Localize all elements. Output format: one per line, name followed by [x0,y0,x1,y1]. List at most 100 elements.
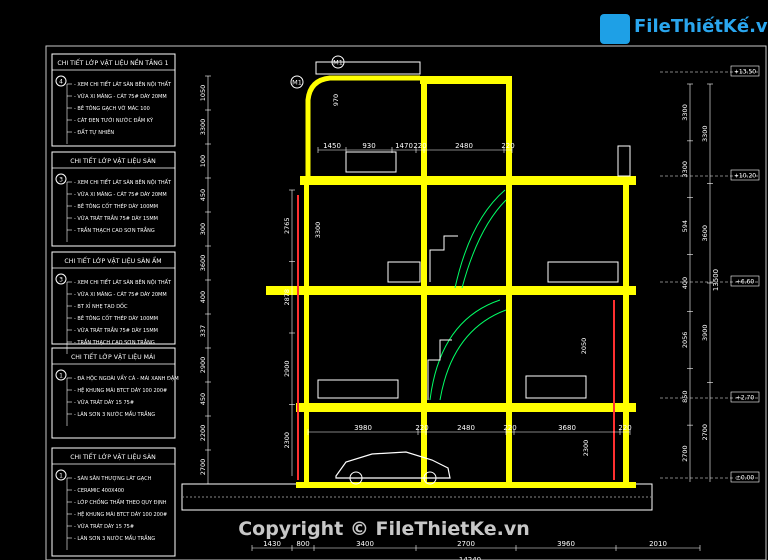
dim-right-a: 2056 [681,332,689,349]
dim-right-a: 850 [681,391,689,403]
legend-item: - BÊ TÔNG CỐT THÉP DÀY 100MM [74,202,158,210]
inner-dim-label: 2050 [580,338,588,355]
legend-item: - TRẦN THẠCH CAO SƠN TRẮNG [74,226,155,234]
legend-item: - ĐẤT TỰ NHIÊN [74,128,114,136]
legend-item: - VỮA XI MĂNG - CÁT 75# DÀY 20MM [74,191,167,198]
dim-left-outer: 337 [199,325,207,337]
legend-item: - HỆ KHUNG MÁI BTCT DÀY 100 200# [74,510,167,518]
legend-tag: 4 [59,79,63,86]
dim-mid: 220 [415,424,428,432]
dim-bottom: 800 [296,540,309,548]
dim-bottom: 3400 [356,540,374,548]
dim-right-a: 400 [681,277,689,289]
dim-top: 2480 [455,142,473,150]
dim-top: 930 [362,142,375,150]
dim-right-a: 2700 [681,445,689,462]
legend-item: - VỮA XI MĂNG - CÁT 75# DÀY 20MM [74,291,167,298]
legend-title: CHI TIẾT LỚP VẬT LIỆU SÀN ẨM [64,255,161,265]
inner-dim-label: 2300 [582,440,590,457]
dim-top: 1470 [395,142,413,150]
legend-item: - CERAMIC 400X400 [74,488,124,494]
dim-left-outer: 300 [199,223,207,235]
dim-left-outer: 100 [199,155,207,167]
legend-item: - SÀN SÂN THƯỢNG LÁT GẠCH [74,475,152,482]
dim-right-b: 2700 [701,424,709,441]
roof-slab [420,76,512,84]
legend-tag: 1 [59,373,63,380]
dim-top: 220 [413,142,426,150]
legend-item: - LỚP CHỐNG THẤM THEO QUY ĐỊNH [74,498,167,506]
dim-right-b: 3300 [701,125,709,142]
dim-left-outer: 2900 [199,357,207,374]
slab-ground [296,482,636,488]
dim-right-b: 3900 [701,324,709,341]
dim-right-b: 3600 [701,225,709,242]
level-label: ±0.00 [736,475,755,482]
dim-left-outer: 450 [199,189,207,201]
slab-level-1 [296,403,636,412]
dim-left-outer: 3600 [199,255,207,272]
slab-level-3 [300,176,636,185]
legend-item: - TRẦN THẠCH CAO SƠN TRẮNG [74,338,155,346]
level-label: +2.70 [736,395,755,402]
column-right [623,185,629,485]
dim-overall: 14240 [459,556,481,560]
material-legend: CHI TIẾT LỚP VẬT LIỆU NỀN TẦNG 1 4 - XEM C… [51,53,179,557]
dim-bottom: 2700 [457,540,475,548]
level-label: +6.60 [736,279,755,286]
pillar-cap [617,145,631,177]
stair-treads [427,235,458,400]
legend-tag: 3 [59,177,63,184]
dim-bottom: 1430 [263,540,281,548]
brand-logo: FileThiếtKế.vn [600,14,768,44]
brand-logo-text: FileThiếtKế.vn [634,16,768,37]
legend-tag: 3 [59,277,63,284]
marker-m1: M1 [333,59,343,67]
dim-top: 1450 [323,142,341,150]
total-height-label: 13500 [712,269,720,291]
legend-item: - XEM CHI TIẾT LÁT SÀN BÊN NỘI THẤT [74,80,172,88]
section-canvas: CHI TIẾT LỚP VẬT LIỆU NỀN TẦNG 1 4 - XEM C… [45,45,767,560]
legend-tag: 1 [59,473,63,480]
dim-left-outer: 1050 [199,85,207,102]
level-label: +13.50 [734,69,756,76]
dim-left-inner: 2878 [283,289,291,306]
legend-item: - VỮA TRÁT DÀY 15 75# [74,399,134,406]
legend-item: - BÊ TÔNG GẠCH VỠ MÁC 100 [74,104,150,112]
marker-m2: M1 [292,79,302,87]
dim-left-outer: 3300 [199,119,207,136]
inner-dim-label: 970 [332,94,340,106]
dim-left-outer: 2700 [199,459,207,476]
car-outline [335,451,451,479]
dim-mid: 220 [503,424,516,432]
column-left [304,185,309,485]
dim-bottom: 3960 [557,540,575,548]
legend-item: - LÁN SƠN 3 NƯỚC MẦU TRẮNG [74,410,155,418]
copyright-watermark: Copyright © FileThietKe.vn [238,518,530,540]
slab-level-2 [266,286,636,295]
cad-section-drawing: CHI TIẾT LỚP VẬT LIỆU NỀN TẦNG 1 4 - XEM C… [0,0,768,560]
furniture [317,151,619,399]
dim-right-a: 594 [681,220,689,232]
legend-title: CHI TIẾT LỚP VẬT LIỆU SÀN [70,155,156,165]
legend-item: - BT XỈ NHẸ TẠO DỐC [74,302,128,310]
dim-mid: 3980 [354,424,372,432]
legend-title: CHI TIẾT LỚP VẬT LIỆU SÀN [70,451,156,461]
roof-balustrade [315,61,421,75]
dim-left-outer: 450 [199,393,207,405]
brand-badge-icon [600,14,630,44]
legend-item: - VỮA XI MĂNG - CÁT 75# DÀY 20MM [74,93,167,100]
legend-item: - CÁT ĐEN TƯỚI NƯỚC ĐẦM KỸ [74,116,154,124]
dim-right-a: 3300 [681,104,689,121]
dim-mid: 220 [618,424,631,432]
inner-dim-label: 3300 [314,222,322,239]
legend-item: - HỆ KHUNG MÁI BTCT DÀY 100 200# [74,386,167,394]
dim-left-inner: 2765 [283,217,291,234]
legend-item: - XEM CHI TIẾT LÁT SÀN BÊN NỘI THẤT [74,178,172,186]
legend-title: CHI TIẾT LỚP VẬT LIỆU MÁI [71,351,155,361]
level-label: +10.20 [734,173,756,180]
dim-bottom: 2010 [649,540,667,548]
legend-item: - VỮA TRÁT TRẦN 75# DÀY 15MM [74,214,158,222]
legend-item: - XEM CHI TIẾT LÁT SÀN BÊN NỘI THẤT [74,278,172,286]
dim-left-inner: 2900 [283,360,291,377]
